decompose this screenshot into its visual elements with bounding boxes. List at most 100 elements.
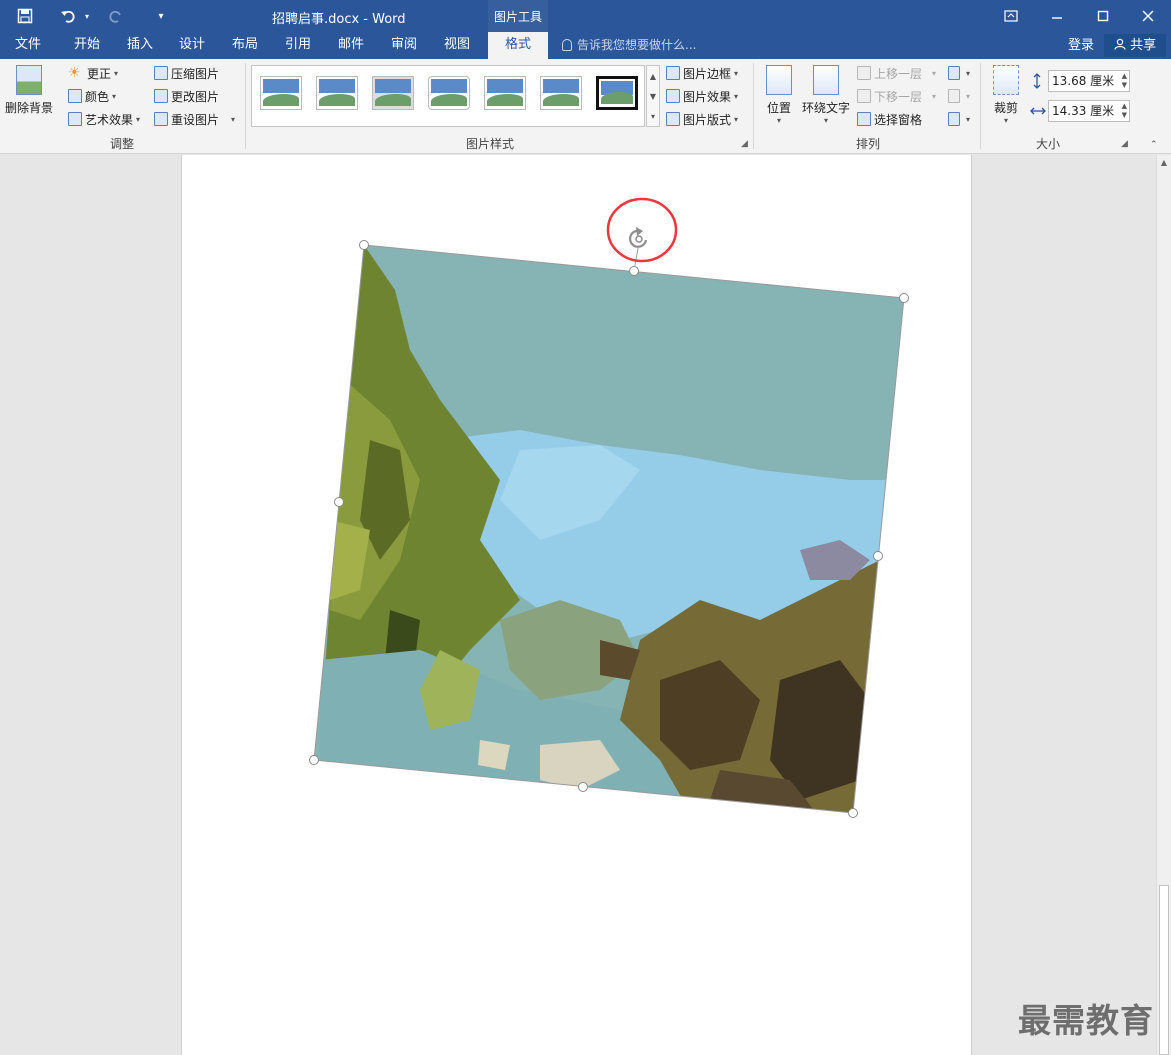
scrollbar-thumb[interactable] xyxy=(1159,885,1169,1055)
picture-styles-gallery[interactable] xyxy=(251,65,645,127)
tell-me-box[interactable]: 告诉我您想要做什么... xyxy=(562,32,696,59)
close-icon[interactable] xyxy=(1125,0,1171,32)
picture-style-thumbnail[interactable] xyxy=(484,76,526,110)
color-button[interactable]: 颜色 ▾ xyxy=(68,86,116,106)
artistic-effects-button[interactable]: 艺术效果 ▾ xyxy=(68,109,140,129)
align-button[interactable]: ▾ xyxy=(948,63,970,83)
size-dialog-launcher-icon[interactable]: ◢ xyxy=(1121,139,1128,149)
undo-dropdown-icon[interactable]: ▾ xyxy=(80,0,94,32)
width-spinner-icon[interactable]: ▲ ▼ xyxy=(1122,102,1127,120)
group-divider xyxy=(980,63,981,149)
position-button[interactable]: 位置 ▾ xyxy=(762,65,796,125)
compress-pictures-button[interactable]: 压缩图片 xyxy=(154,63,219,83)
selected-picture[interactable] xyxy=(300,190,920,830)
scroll-up-icon[interactable]: ▲ xyxy=(1157,155,1171,169)
height-spinner-icon[interactable]: ▲ ▼ xyxy=(1122,72,1127,90)
lightbulb-icon xyxy=(562,39,572,51)
picture-style-thumbnail[interactable] xyxy=(540,76,582,110)
resize-handle-top-left[interactable] xyxy=(359,240,369,250)
dialog-launcher-icon[interactable]: ◢ xyxy=(741,139,748,149)
dropdown-arrow-icon: ▾ xyxy=(734,91,739,101)
save-icon[interactable] xyxy=(10,0,40,32)
login-link[interactable]: 登录 xyxy=(1068,32,1094,59)
picture-style-thumbnail[interactable] xyxy=(260,76,302,110)
picture-color-icon xyxy=(68,89,82,103)
dropdown-arrow-icon: ▾ xyxy=(966,91,971,101)
person-icon xyxy=(1114,38,1130,53)
tab-file[interactable]: 文件 xyxy=(4,32,52,59)
tab-references[interactable]: 引用 xyxy=(274,32,322,59)
send-backward-button[interactable]: 下移一层 ▾ xyxy=(857,86,936,106)
change-picture-button[interactable]: 更改图片 xyxy=(154,86,219,106)
collapse-ribbon-icon[interactable]: ⌃ xyxy=(1150,135,1158,155)
title-bar: ▾ ▾ 招聘启事.docx - Word 图片工具 xyxy=(0,0,1171,32)
minimize-icon[interactable] xyxy=(1034,0,1080,32)
arrange-group-label: 排列 xyxy=(855,137,880,151)
resize-handle-bottom[interactable] xyxy=(578,782,588,792)
rotation-handle-icon[interactable] xyxy=(629,227,648,248)
resize-handle-left[interactable] xyxy=(334,497,344,507)
picture-style-thumbnail[interactable] xyxy=(316,76,358,110)
compress-icon xyxy=(154,66,168,80)
picture-style-thumbnail[interactable] xyxy=(372,76,414,110)
position-icon xyxy=(766,65,792,95)
picture-style-thumbnail[interactable] xyxy=(428,76,470,110)
sun-icon: ☀ xyxy=(68,65,81,81)
tab-format[interactable]: 格式 xyxy=(488,32,548,59)
gallery-up-icon[interactable]: ▲ xyxy=(650,72,656,81)
resize-handle-bottom-left[interactable] xyxy=(309,755,319,765)
landscape-picture xyxy=(314,245,904,813)
selection-pane-button[interactable]: 选择窗格 xyxy=(857,109,922,129)
ribbon-display-options-icon[interactable] xyxy=(988,0,1034,32)
picture-style-thumbnail-selected[interactable] xyxy=(596,76,638,110)
resize-handle-top[interactable] xyxy=(629,266,639,276)
gallery-down-icon[interactable]: ▼ xyxy=(650,92,656,101)
wrap-text-icon xyxy=(813,65,839,95)
width-input[interactable]: 14.33 厘米 ▲ ▼ xyxy=(1048,100,1130,122)
tab-view[interactable]: 视图 xyxy=(433,32,481,59)
picture-effects-button[interactable]: 图片效果 ▾ xyxy=(666,86,738,106)
group-objects-button[interactable]: ▾ xyxy=(948,86,970,106)
picture-layout-button[interactable]: 图片版式 ▾ xyxy=(666,109,738,129)
picture-styles-group-label: 图片样式 xyxy=(465,137,514,151)
gallery-scroll[interactable]: ▲ ▼ ▾ xyxy=(646,65,660,127)
artistic-effects-icon xyxy=(68,112,82,126)
redo-icon[interactable] xyxy=(104,0,128,32)
bring-forward-icon xyxy=(857,66,871,80)
dropdown-arrow-icon: ▾ xyxy=(932,91,937,101)
tab-insert[interactable]: 插入 xyxy=(116,32,164,59)
corrections-button[interactable]: ☀ 更正 ▾ xyxy=(68,63,118,83)
tab-layout[interactable]: 布局 xyxy=(221,32,269,59)
dropdown-arrow-icon: ▾ xyxy=(734,68,739,78)
resize-handle-right[interactable] xyxy=(873,551,883,561)
align-icon xyxy=(948,66,960,80)
crop-button[interactable]: 裁剪 ▾ xyxy=(988,65,1024,125)
send-backward-icon xyxy=(857,89,871,103)
customize-icon[interactable]: ▾ xyxy=(150,0,172,32)
resize-handle-top-right[interactable] xyxy=(899,293,909,303)
dropdown-arrow-icon: ▾ xyxy=(114,68,119,78)
share-label: 共享 xyxy=(1130,38,1157,53)
dropdown-arrow-icon: ▾ xyxy=(112,91,117,101)
vertical-scrollbar[interactable]: ▲ xyxy=(1156,155,1171,1055)
tab-design[interactable]: 设计 xyxy=(168,32,216,59)
wrap-text-button[interactable]: 环绕文字 ▾ xyxy=(800,65,852,125)
change-picture-icon xyxy=(154,89,168,103)
resize-handle-bottom-right[interactable] xyxy=(848,808,858,818)
height-input[interactable]: 13.68 厘米 ▲ ▼ xyxy=(1048,70,1130,92)
reset-picture-button[interactable]: 重设图片 ▾ xyxy=(154,109,235,129)
undo-icon[interactable] xyxy=(56,0,80,32)
tab-review[interactable]: 审阅 xyxy=(380,32,428,59)
maximize-icon[interactable] xyxy=(1080,0,1126,32)
remove-background-button[interactable]: 删除背景 xyxy=(3,65,55,116)
gallery-more-icon[interactable]: ▾ xyxy=(651,112,655,121)
crop-icon xyxy=(993,65,1019,95)
share-button[interactable]: 共享 xyxy=(1104,34,1166,57)
tab-mailings[interactable]: 邮件 xyxy=(327,32,375,59)
bring-forward-button[interactable]: 上移一层 ▾ xyxy=(857,63,936,83)
picture-border-button[interactable]: 图片边框 ▾ xyxy=(666,63,738,83)
dropdown-arrow-icon: ▾ xyxy=(231,114,236,124)
group-icon xyxy=(948,89,960,103)
rotate-button[interactable]: ▾ xyxy=(948,109,970,129)
tab-home[interactable]: 开始 xyxy=(62,32,112,59)
